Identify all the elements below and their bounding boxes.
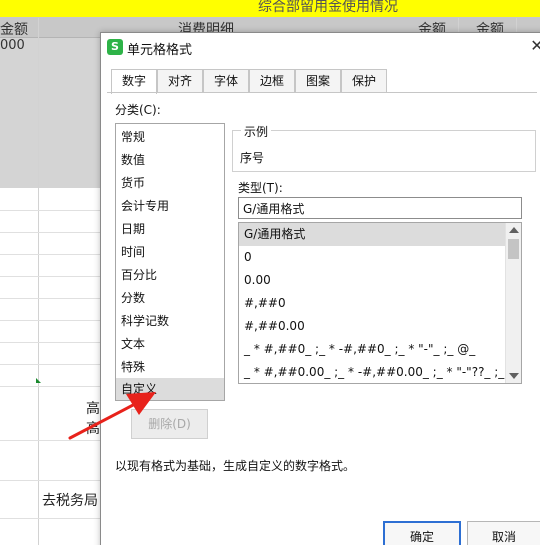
category-item-time[interactable]: 时间 [116, 241, 224, 263]
category-list[interactable]: 常规 数值 货币 会计专用 日期 时间 百分比 分数 科学记数 文本 特殊 自定… [115, 123, 225, 401]
type-label: 类型(T): [238, 181, 283, 195]
row-divider [0, 440, 105, 441]
type-list-scrollbar[interactable] [505, 223, 521, 383]
sheet-title: 综合部留用金使用情况 [258, 0, 398, 15]
sample-value: 序号 [240, 151, 265, 165]
row-divider [0, 480, 105, 481]
tab-font[interactable]: 字体 [203, 69, 249, 93]
scroll-thumb[interactable] [508, 239, 519, 259]
row-divider [0, 364, 105, 365]
category-item-number[interactable]: 数值 [116, 149, 224, 171]
type-item[interactable]: G/通用格式 [239, 223, 505, 246]
tab-alignment[interactable]: 对齐 [157, 69, 203, 93]
scroll-up-icon[interactable] [509, 227, 519, 233]
cell-text[interactable]: 高 [86, 398, 100, 418]
category-item-text[interactable]: 文本 [116, 333, 224, 355]
cell-value[interactable]: 000 [0, 38, 25, 53]
category-item-general[interactable]: 常规 [116, 126, 224, 148]
type-item[interactable]: 0.00 [239, 269, 505, 292]
column-divider [38, 18, 39, 545]
tab-protection[interactable]: 保护 [341, 69, 387, 93]
cell-text[interactable]: 高 [86, 418, 100, 438]
row-divider [0, 518, 105, 519]
sample-group: 示例 序号 [232, 123, 536, 172]
wps-app-icon: S [107, 39, 123, 55]
delete-button[interactable]: 删除(D) [131, 409, 208, 439]
close-icon[interactable]: ✕ [529, 37, 540, 55]
category-item-custom[interactable]: 自定义 [116, 378, 224, 400]
tab-border[interactable]: 边框 [249, 69, 295, 93]
title-row: 综合部留用金使用情况 [0, 0, 540, 18]
tab-panel-border [107, 92, 537, 93]
category-label: 分类(C): [115, 103, 161, 117]
category-item-scientific[interactable]: 科学记数 [116, 310, 224, 332]
tab-pattern[interactable]: 图案 [295, 69, 341, 93]
category-item-percentage[interactable]: 百分比 [116, 264, 224, 286]
dialog-titlebar[interactable]: S 单元格格式 ✕ [101, 33, 540, 61]
cell-comment-marker [36, 378, 41, 383]
type-item[interactable]: _ * #,##0_ ;_ * -#,##0_ ;_ * "-"_ ;_ @_ [239, 338, 505, 361]
category-item-accounting[interactable]: 会计专用 [116, 195, 224, 217]
type-item[interactable]: _ * #,##0.00_ ;_ * -#,##0.00_ ;_ * "-"??… [239, 361, 505, 383]
row-divider [0, 254, 105, 255]
category-item-currency[interactable]: 货币 [116, 172, 224, 194]
row-divider [0, 276, 105, 277]
category-item-date[interactable]: 日期 [116, 218, 224, 240]
description-text: 以现有格式为基础，生成自定义的数字格式。 [115, 459, 356, 473]
header-cell-amount[interactable]: 金额 [0, 19, 28, 39]
scroll-down-icon[interactable] [509, 373, 519, 379]
type-input[interactable] [238, 197, 522, 219]
row-divider [0, 342, 105, 343]
category-item-special[interactable]: 特殊 [116, 356, 224, 378]
dialog-title: 单元格格式 [127, 43, 193, 58]
row-divider [0, 210, 105, 211]
row-divider [0, 320, 105, 321]
category-item-fraction[interactable]: 分数 [116, 287, 224, 309]
type-item[interactable]: #,##0.00 [239, 315, 505, 338]
cell-text[interactable]: 去税务局 [42, 490, 98, 510]
type-item[interactable]: 0 [239, 246, 505, 269]
type-item[interactable]: #,##0 [239, 292, 505, 315]
row-divider [0, 386, 105, 387]
sample-legend: 示例 [241, 123, 272, 140]
cancel-button[interactable]: 取消 [467, 521, 540, 545]
ok-button[interactable]: 确定 [383, 521, 461, 545]
type-list[interactable]: G/通用格式 0 0.00 #,##0 #,##0.00 _ * #,##0_ … [238, 222, 522, 384]
format-cells-dialog: S 单元格格式 ✕ 数字 对齐 字体 边框 图案 保护 分类(C): 常规 数值… [100, 32, 540, 545]
row-divider [0, 298, 105, 299]
row-divider [0, 232, 105, 233]
tab-number[interactable]: 数字 [111, 69, 157, 94]
